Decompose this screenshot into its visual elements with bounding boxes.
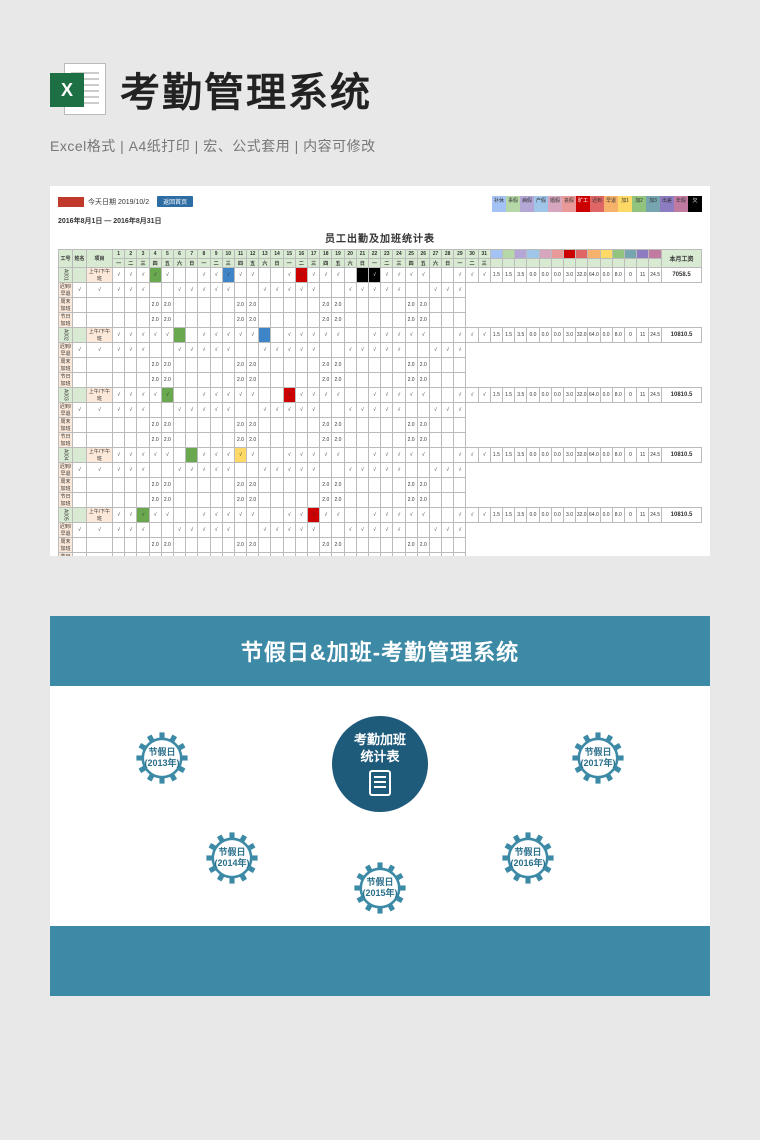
attendance-table: 工号姓名项目1234567891011121314151617181920212… [58,249,702,556]
center-node[interactable]: 考勤加班 统计表 [332,716,428,812]
legend: 补休事假病假产假婚假丧假旷工迟到早退加1加2加3出差年假欠 [492,196,702,212]
legend-item: 产假 [534,196,548,212]
legend-item: 加2 [632,196,646,212]
diagram-body: 考勤加班 统计表 节假日(2013年) 节假日(2017年) 节假日(2014年) 节… [50,686,710,926]
diagram-header: 节假日&加班-考勤管理系统 [50,616,710,686]
legend-item: 丧假 [562,196,576,212]
legend-item: 出差 [660,196,674,212]
legend-item: 补休 [492,196,506,212]
legend-item: 婚假 [548,196,562,212]
gear-node[interactable]: 节假日(2013年) [130,726,194,790]
legend-item: 迟到 [590,196,604,212]
home-button[interactable]: 返回首页 [157,196,193,207]
legend-item: 事假 [506,196,520,212]
legend-item: 加1 [618,196,632,212]
legend-item: 旷工 [576,196,590,212]
legend-item: 病假 [520,196,534,212]
legend-item: 年假 [674,196,688,212]
gear-node[interactable]: 节假日(2017年) [566,726,630,790]
diagram-title: 节假日&加班-考勤管理系统 [241,635,519,667]
spreadsheet-preview: 今天日期 2019/10/2 返回首页 补休事假病假产假婚假丧假旷工迟到早退加1… [50,186,710,556]
today-date-label: 今天日期 2019/10/2 [88,197,149,207]
gear-node[interactable]: 节假日(2014年) [200,826,264,890]
diagram-panel: 节假日&加班-考勤管理系统 考勤加班 统计表 节假日(2013年)节假日(201… [50,616,710,996]
sheet-title: 员工出勤及加班统计表 [58,230,702,245]
legend-item: 欠 [688,196,702,212]
legend-item: 早退 [604,196,618,212]
document-icon [369,770,391,796]
center-line1: 考勤加班 [354,732,406,749]
legend-item: 加3 [646,196,660,212]
page-header: X 考勤管理系统 [50,60,710,118]
gear-node[interactable]: 节假日(2016年) [496,826,560,890]
page-title: 考勤管理系统 [120,60,372,118]
excel-icon: X [50,61,106,117]
red-indicator [58,197,84,207]
center-line2: 统计表 [360,749,399,766]
gear-node[interactable]: 节假日(2015年) [348,856,412,920]
diagram-footer [50,926,710,996]
page-subtitle: Excel格式 | A4纸打印 | 宏、公式套用 | 内容可修改 [50,136,710,156]
date-range: 2016年8月1日 — 2016年8月31日 [58,216,702,226]
